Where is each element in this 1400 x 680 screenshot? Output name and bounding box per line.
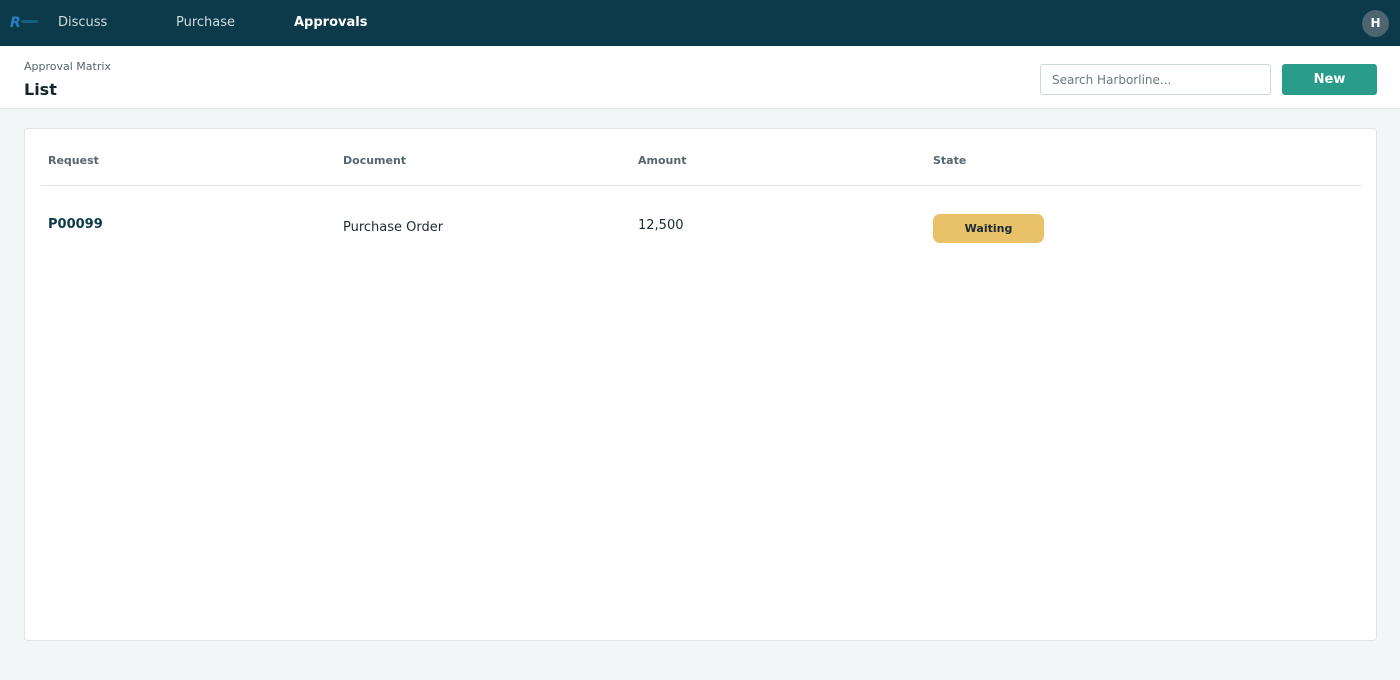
document-cell: Purchase Order bbox=[343, 220, 444, 235]
new-button[interactable]: New bbox=[1282, 64, 1377, 95]
table-row[interactable]: P00099 Purchase Order 12,500 Waiting bbox=[25, 186, 1376, 272]
nav-purchase[interactable]: Purchase bbox=[176, 0, 235, 46]
list-card: Request Document Amount State P00099 Pur… bbox=[24, 128, 1377, 641]
nav-approvals[interactable]: Approvals bbox=[294, 0, 367, 46]
state-badge: Waiting bbox=[933, 214, 1044, 243]
column-header-amount[interactable]: Amount bbox=[638, 154, 686, 167]
request-cell[interactable]: P00099 bbox=[48, 217, 103, 232]
nav-discuss[interactable]: Discuss bbox=[58, 0, 107, 46]
column-header-document[interactable]: Document bbox=[343, 154, 406, 167]
user-avatar[interactable]: H bbox=[1362, 10, 1389, 37]
app-logo-icon[interactable]: R bbox=[10, 13, 40, 31]
amount-cell: 12,500 bbox=[638, 218, 684, 233]
control-panel: Approval Matrix List New bbox=[0, 46, 1400, 109]
page-title: List bbox=[24, 80, 57, 99]
top-navbar: R Discuss Purchase Approvals H bbox=[0, 0, 1400, 46]
column-header-state[interactable]: State bbox=[933, 154, 966, 167]
breadcrumb[interactable]: Approval Matrix bbox=[24, 60, 111, 73]
column-header-request[interactable]: Request bbox=[48, 154, 99, 167]
svg-text:R: R bbox=[10, 15, 21, 31]
search-input[interactable] bbox=[1040, 64, 1271, 95]
